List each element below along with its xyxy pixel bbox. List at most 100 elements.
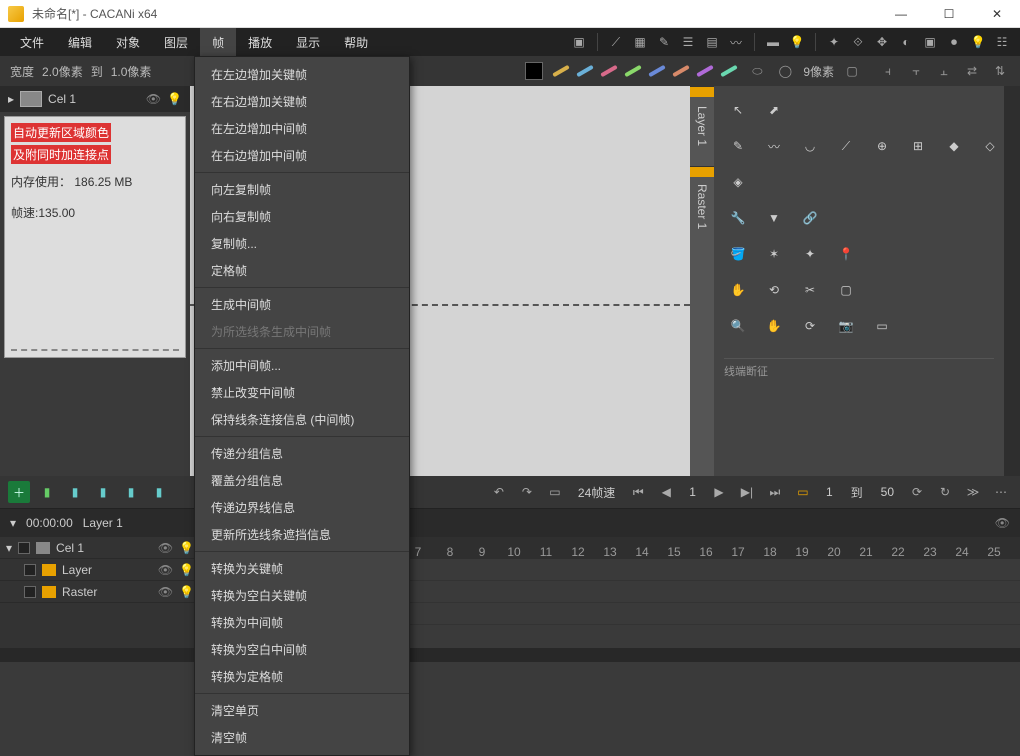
color-swatch[interactable]: [525, 62, 543, 80]
bulb-icon[interactable]: 💡: [179, 585, 194, 599]
menu-object[interactable]: 对象: [104, 28, 152, 56]
path-icon[interactable]: ⟋: [832, 132, 860, 160]
stack-icon[interactable]: ☷: [992, 32, 1012, 52]
arc-icon[interactable]: ◡: [796, 132, 824, 160]
frame-btn-3[interactable]: ▮: [92, 481, 114, 503]
lasso-icon[interactable]: ◯: [775, 61, 795, 81]
forward-button[interactable]: ≫: [962, 481, 984, 503]
menu-item[interactable]: 在左边增加关键帧: [195, 61, 409, 88]
bulb2-icon[interactable]: 💡: [968, 32, 988, 52]
screen-icon[interactable]: ▭: [868, 312, 896, 340]
drop-icon[interactable]: ▼: [760, 204, 788, 232]
stroke-color-4[interactable]: [647, 61, 667, 81]
pen-icon[interactable]: ✎: [724, 132, 752, 160]
frame-btn-2[interactable]: ▮: [64, 481, 86, 503]
align-left-icon[interactable]: ⫞: [878, 61, 898, 81]
diamond-icon[interactable]: ◈: [724, 168, 752, 196]
menu-item[interactable]: 禁止改变中间帧: [195, 379, 409, 406]
menu-file[interactable]: 文件: [8, 28, 56, 56]
menu-item[interactable]: 清空帧: [195, 724, 409, 751]
hand-icon[interactable]: ✋: [724, 276, 752, 304]
menu-layer[interactable]: 图层: [152, 28, 200, 56]
menu-item[interactable]: 定格帧: [195, 257, 409, 284]
frame-btn-1[interactable]: ▮: [36, 481, 58, 503]
zoom-icon[interactable]: 🔍: [724, 312, 752, 340]
pan-icon[interactable]: ✋: [760, 312, 788, 340]
rotate-icon[interactable]: ⟲: [760, 276, 788, 304]
magic-icon[interactable]: ✦: [796, 240, 824, 268]
minimize-button[interactable]: —: [886, 7, 916, 21]
px-label[interactable]: 9像素: [803, 63, 834, 80]
scissors-icon[interactable]: ✂: [796, 276, 824, 304]
menu-item[interactable]: 在右边增加中间帧: [195, 142, 409, 169]
menu-item[interactable]: 生成中间帧: [195, 291, 409, 318]
menu-item[interactable]: 传递分组信息: [195, 440, 409, 467]
palette-icon[interactable]: ◐: [896, 32, 916, 52]
pointer-icon[interactable]: ⬈: [760, 96, 788, 124]
wand-icon[interactable]: ✦: [824, 32, 844, 52]
lamp-icon[interactable]: 📍: [832, 240, 860, 268]
cel-tab[interactable]: ▸ Cel 1 👁 💡: [0, 86, 190, 112]
layer-tab-2[interactable]: Raster 1: [690, 166, 714, 246]
fps-display[interactable]: 24帧速: [572, 484, 621, 501]
record-icon[interactable]: ⏺: [944, 32, 964, 52]
expand-icon[interactable]: ▸: [8, 92, 14, 106]
add-layer-button[interactable]: ＋: [8, 481, 30, 503]
camera-icon[interactable]: 📷: [832, 312, 860, 340]
loop-button[interactable]: ⟳: [906, 481, 928, 503]
menu-edit[interactable]: 编辑: [56, 28, 104, 56]
circle-plus-icon[interactable]: ⊕: [868, 132, 896, 160]
redo-button[interactable]: ↷: [516, 481, 538, 503]
last-frame-button[interactable]: ⏭: [764, 481, 786, 503]
menu-item[interactable]: 保持线条连接信息 (中间帧): [195, 406, 409, 433]
prev-frame-button[interactable]: ◀: [655, 481, 677, 503]
bulb-icon[interactable]: 💡: [787, 32, 807, 52]
layer-row-raster[interactable]: Raster 👁💡: [0, 581, 200, 603]
camera-icon[interactable]: ▣: [569, 32, 589, 52]
menu-button[interactable]: ⋯: [990, 481, 1012, 503]
timeline-eye-icon[interactable]: 👁: [995, 516, 1010, 530]
spray-icon[interactable]: ✶: [760, 240, 788, 268]
maximize-button[interactable]: ☐: [934, 7, 964, 21]
layer-checkbox[interactable]: [18, 542, 30, 554]
menu-item[interactable]: 传递边界线信息: [195, 494, 409, 521]
bucket-icon[interactable]: 🪣: [724, 240, 752, 268]
current-frame[interactable]: 1: [683, 485, 702, 499]
menu-item[interactable]: 在左边增加中间帧: [195, 115, 409, 142]
menu-item[interactable]: 复制帧...: [195, 230, 409, 257]
menu-play[interactable]: 播放: [236, 28, 284, 56]
range-start[interactable]: 1: [820, 485, 839, 499]
eraser2-icon[interactable]: ◇: [976, 132, 1004, 160]
wrench-icon[interactable]: 🔧: [724, 204, 752, 232]
menu-item[interactable]: 在右边增加关键帧: [195, 88, 409, 115]
menu-item[interactable]: 向右复制帧: [195, 203, 409, 230]
grid-icon[interactable]: ▦: [630, 32, 650, 52]
clip-icon[interactable]: ▢: [832, 276, 860, 304]
align-right-icon[interactable]: ⫠: [934, 61, 954, 81]
square-plus-icon[interactable]: ⊞: [904, 132, 932, 160]
refresh-button[interactable]: ↻: [934, 481, 956, 503]
eye-icon[interactable]: 👁: [158, 541, 173, 555]
play-button[interactable]: ▶: [708, 481, 730, 503]
menu-frame[interactable]: 帧: [200, 28, 236, 56]
expand-timeline-icon[interactable]: ▾: [10, 516, 16, 530]
undo-button[interactable]: ↶: [488, 481, 510, 503]
layers-icon[interactable]: ▤: [702, 32, 722, 52]
eye-icon[interactable]: 👁: [146, 92, 161, 106]
layer-row-cel[interactable]: ▾ Cel 1 👁💡: [0, 537, 200, 559]
move-icon[interactable]: ✥: [872, 32, 892, 52]
menu-item[interactable]: 转换为关键帧: [195, 555, 409, 582]
brush-icon[interactable]: ✎: [654, 32, 674, 52]
stroke-color-2[interactable]: [599, 61, 619, 81]
rotate2-icon[interactable]: ⟳: [796, 312, 824, 340]
frame-icon[interactable]: ▭: [544, 481, 566, 503]
menu-item[interactable]: 转换为中间帧: [195, 609, 409, 636]
menu-item[interactable]: 转换为定格帧: [195, 663, 409, 690]
first-frame-button[interactable]: ⏮: [627, 481, 649, 503]
layer-checkbox[interactable]: [24, 564, 36, 576]
bucket-icon[interactable]: ▣: [920, 32, 940, 52]
eye-icon[interactable]: 👁: [158, 563, 173, 577]
bulb-icon[interactable]: 💡: [167, 92, 182, 106]
stroke-color-3[interactable]: [623, 61, 643, 81]
flip-v-icon[interactable]: ⇅: [990, 61, 1010, 81]
